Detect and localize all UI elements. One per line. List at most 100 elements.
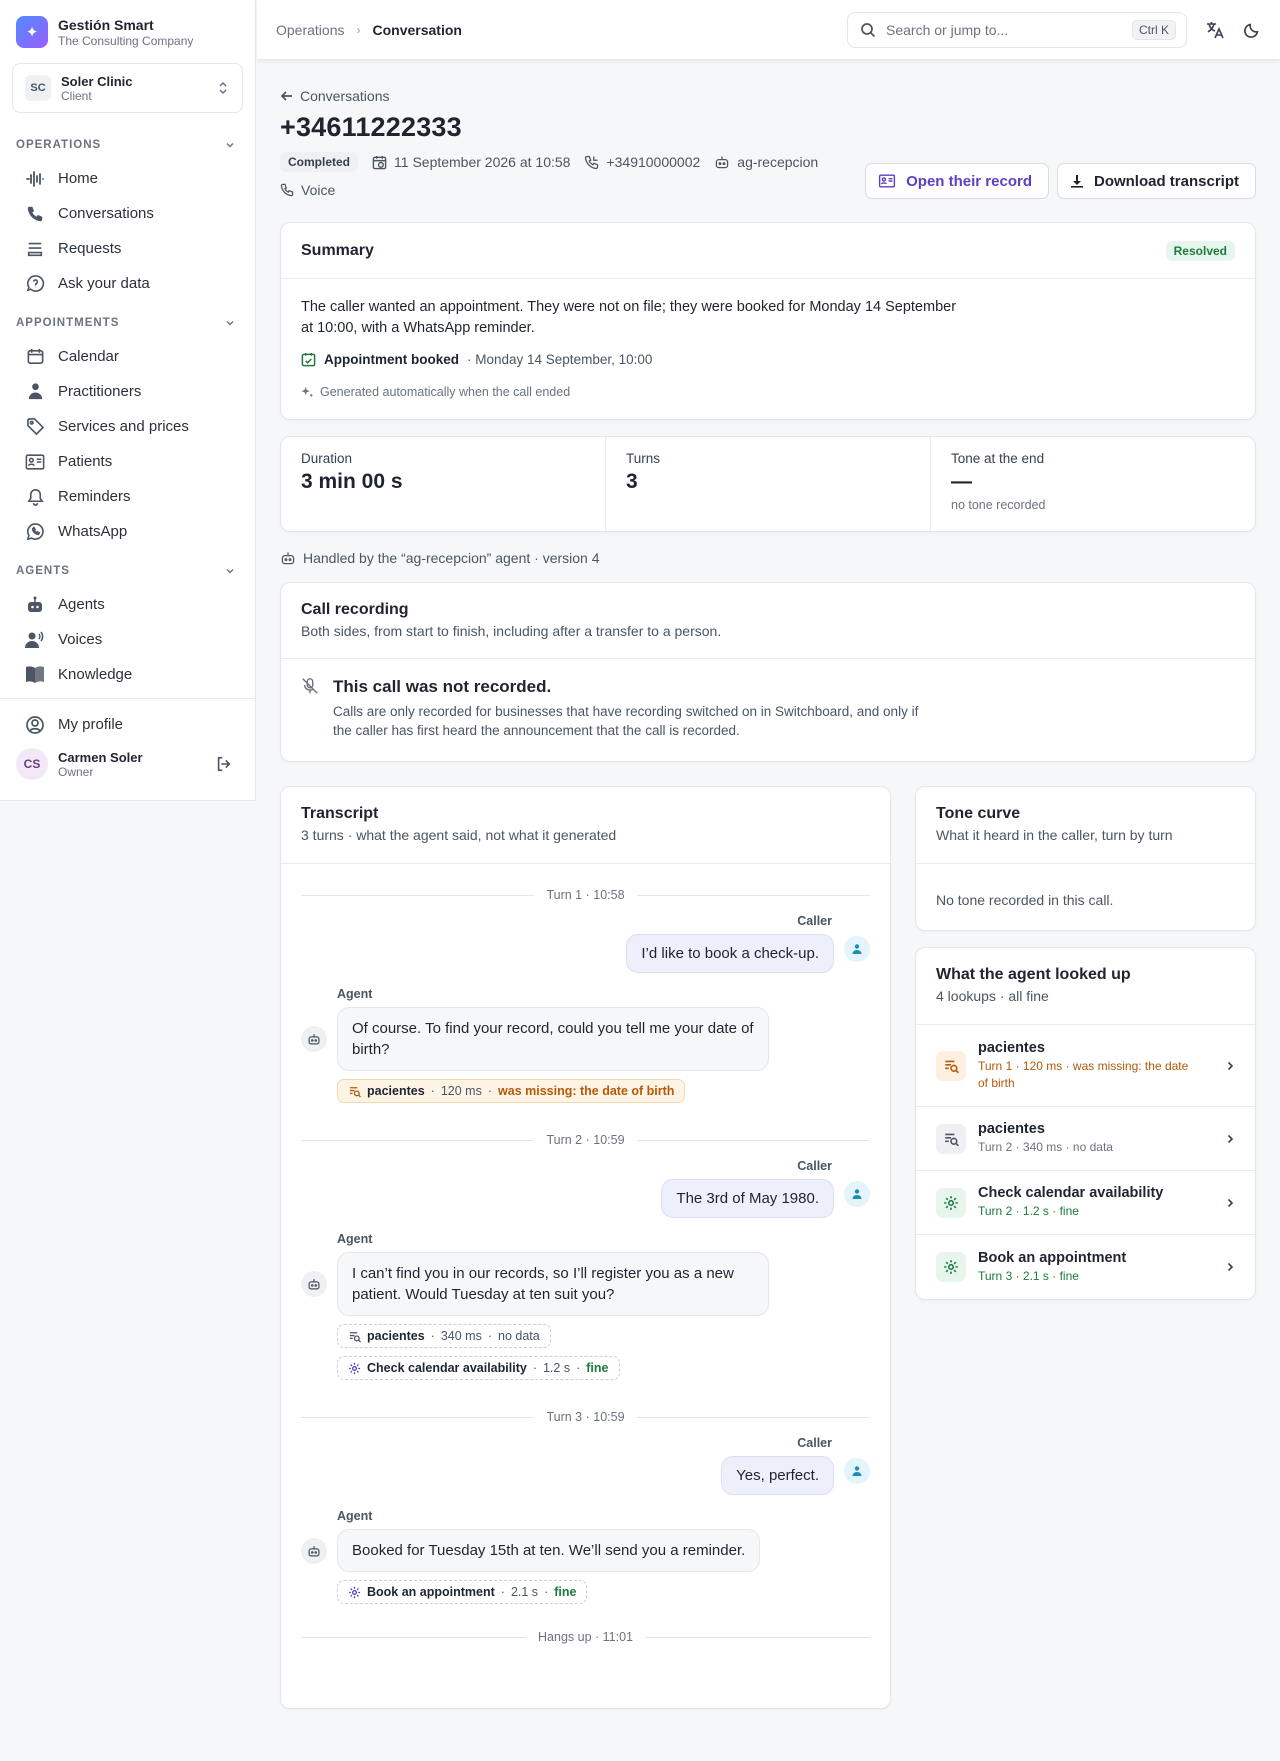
meta-number-text: +34910000002 xyxy=(606,154,701,170)
tool-call-chip[interactable]: pacientes · 120 ms · was missing: the date… xyxy=(337,1079,686,1103)
tool-name: pacientes xyxy=(367,1084,425,1098)
nav-agents[interactable]: Agents xyxy=(0,587,255,622)
nav-requests[interactable]: Requests xyxy=(0,231,255,266)
breadcrumb-operations[interactable]: Operations xyxy=(276,22,344,38)
section-agents[interactable]: AGENTS xyxy=(0,561,255,581)
chevron-right-icon: › xyxy=(356,22,361,37)
nav-ask-data[interactable]: Ask your data xyxy=(0,266,255,301)
search-input[interactable]: Search or jump to... Ctrl K xyxy=(847,11,1187,48)
status-badge: Completed xyxy=(280,152,359,172)
lookup-item[interactable]: Book an appointment Turn 3 · 2.1 s · fin… xyxy=(916,1235,1255,1299)
org-name: Soler Clinic xyxy=(61,73,133,89)
gear-icon xyxy=(936,1187,966,1218)
translate-icon[interactable] xyxy=(1205,20,1225,40)
stat-duration: Duration 3 min 00 s xyxy=(281,437,606,531)
tool-status: fine xyxy=(586,1361,609,1375)
summary-title: Summary xyxy=(301,241,374,259)
transcript-card: Transcript 3 turns · what the agent said… xyxy=(280,786,891,1709)
brand-logo-icon: ✦ xyxy=(16,16,48,48)
chevron-right-icon xyxy=(1225,1061,1235,1071)
caller-avatar-icon xyxy=(844,936,870,962)
nav-knowledge-label: Knowledge xyxy=(58,666,133,683)
caller-label: Caller xyxy=(797,914,832,928)
agent-label: Agent xyxy=(337,1232,373,1246)
tool-call-chip[interactable]: Check calendar availability · 1.2 s · fine xyxy=(337,1356,620,1380)
lookup-item[interactable]: pacientes Turn 1 · 120 ms · was missing:… xyxy=(916,1025,1255,1107)
nav-reminders-label: Reminders xyxy=(58,488,131,505)
section-agents-label: AGENTS xyxy=(16,565,70,577)
section-operations[interactable]: OPERATIONS xyxy=(0,135,255,155)
chevron-down-icon xyxy=(226,568,234,574)
stat-turns-label: Turns xyxy=(626,451,661,466)
lookup-detail: Turn 3 · 2.1 s · fine xyxy=(978,1268,1079,1283)
nav-home[interactable]: Home xyxy=(0,161,255,196)
nav-reminders[interactable]: Reminders xyxy=(0,479,255,514)
logout-icon[interactable] xyxy=(215,755,233,773)
nav-ask-data-label: Ask your data xyxy=(58,275,150,292)
search-placeholder: Search or jump to... xyxy=(886,21,1009,38)
back-to-conversations[interactable]: Conversations xyxy=(280,88,1256,104)
meta-datetime-text: 11 September 2026 at 10:58 xyxy=(394,154,571,170)
id-card-icon xyxy=(24,451,46,473)
tool-call-chip[interactable]: Book an appointment · 2.1 s · fine xyxy=(337,1580,588,1604)
stat-tone-note: no tone recorded xyxy=(951,498,1046,512)
arrow-left-icon xyxy=(280,91,292,101)
database-search-icon xyxy=(936,1050,966,1081)
meta-agent: ag-recepcion xyxy=(714,154,818,170)
lookup-item[interactable]: Check calendar availability Turn 2 · 1.2… xyxy=(916,1171,1255,1235)
nav-conversations[interactable]: Conversations xyxy=(0,196,255,231)
chevron-up-down-icon xyxy=(216,81,230,95)
stat-tone-value: — xyxy=(951,470,972,493)
open-record-button[interactable]: Open their record xyxy=(865,163,1049,199)
breadcrumb-current: Conversation xyxy=(372,21,462,38)
turn-divider: Turn 1 · 10:58 xyxy=(301,888,870,902)
nav-knowledge[interactable]: Knowledge xyxy=(0,657,255,692)
section-appointments[interactable]: APPOINTMENTS xyxy=(0,313,255,333)
robot-icon xyxy=(281,552,295,565)
caller-avatar-icon xyxy=(844,1458,870,1484)
theme-toggle-icon[interactable] xyxy=(1243,21,1261,39)
calendar-icon xyxy=(24,346,46,368)
lookups-subtitle: 4 lookups · all fine xyxy=(936,988,1049,1004)
transcript-title: Transcript xyxy=(301,805,379,822)
stat-duration-value: 3 min 00 s xyxy=(301,470,403,493)
download-transcript-button[interactable]: Download transcript xyxy=(1056,163,1256,199)
agent-label: Agent xyxy=(337,987,373,1001)
brand: ✦ Gestión Smart The Consulting Company xyxy=(0,0,255,48)
nav-calendar[interactable]: Calendar xyxy=(0,339,255,374)
stat-tone-label: Tone at the end xyxy=(951,451,1045,466)
tool-name: Check calendar availability xyxy=(367,1361,527,1375)
tag-icon xyxy=(24,416,46,438)
caller-bubble: The 3rd of May 1980. xyxy=(661,1179,834,1218)
search-shortcut: Ctrl K xyxy=(1132,19,1176,40)
phone-icon xyxy=(280,183,294,197)
tool-call-chip[interactable]: pacientes · 340 ms · no data xyxy=(337,1324,551,1348)
meta-channel-text: Voice xyxy=(301,182,336,198)
lookups-card: What the agent looked up 4 lookups · all… xyxy=(915,947,1256,1300)
tool-time: 120 ms xyxy=(440,1084,482,1098)
bell-icon xyxy=(24,486,46,508)
nav-practitioners[interactable]: Practitioners xyxy=(0,374,255,409)
chevron-down-icon xyxy=(226,142,234,148)
tone-curve-title: Tone curve xyxy=(936,805,1021,822)
caller-label: Caller xyxy=(797,1159,832,1173)
id-card-icon xyxy=(879,174,896,188)
user-role: Owner xyxy=(58,764,94,779)
nav-whatsapp[interactable]: WhatsApp xyxy=(0,514,255,549)
nav-patients[interactable]: Patients xyxy=(0,444,255,479)
summary-text: The caller wanted an appointment. They w… xyxy=(301,299,957,336)
tool-status: was missing: the date of birth xyxy=(498,1084,675,1098)
nav-services[interactable]: Services and prices xyxy=(0,409,255,444)
lookup-name: pacientes xyxy=(978,1121,1045,1137)
waveform-icon xyxy=(24,168,46,190)
inbox-icon xyxy=(24,238,46,260)
sparkle-icon xyxy=(301,386,314,398)
org-switcher[interactable]: SC Soler Clinic Client xyxy=(12,63,243,113)
nav-voices[interactable]: Voices xyxy=(0,622,255,657)
appointment-value: · Monday 14 September, 10:00 xyxy=(467,352,653,367)
appointment-booked: Appointment booked · Monday 14 September… xyxy=(301,349,961,370)
tool-time: 340 ms xyxy=(440,1329,482,1343)
lookup-item[interactable]: pacientes Turn 2 · 340 ms · no data xyxy=(916,1107,1255,1171)
nav-my-profile[interactable]: My profile xyxy=(0,707,255,742)
hangup-divider: Hangs up · 11:01 xyxy=(301,1630,871,1644)
